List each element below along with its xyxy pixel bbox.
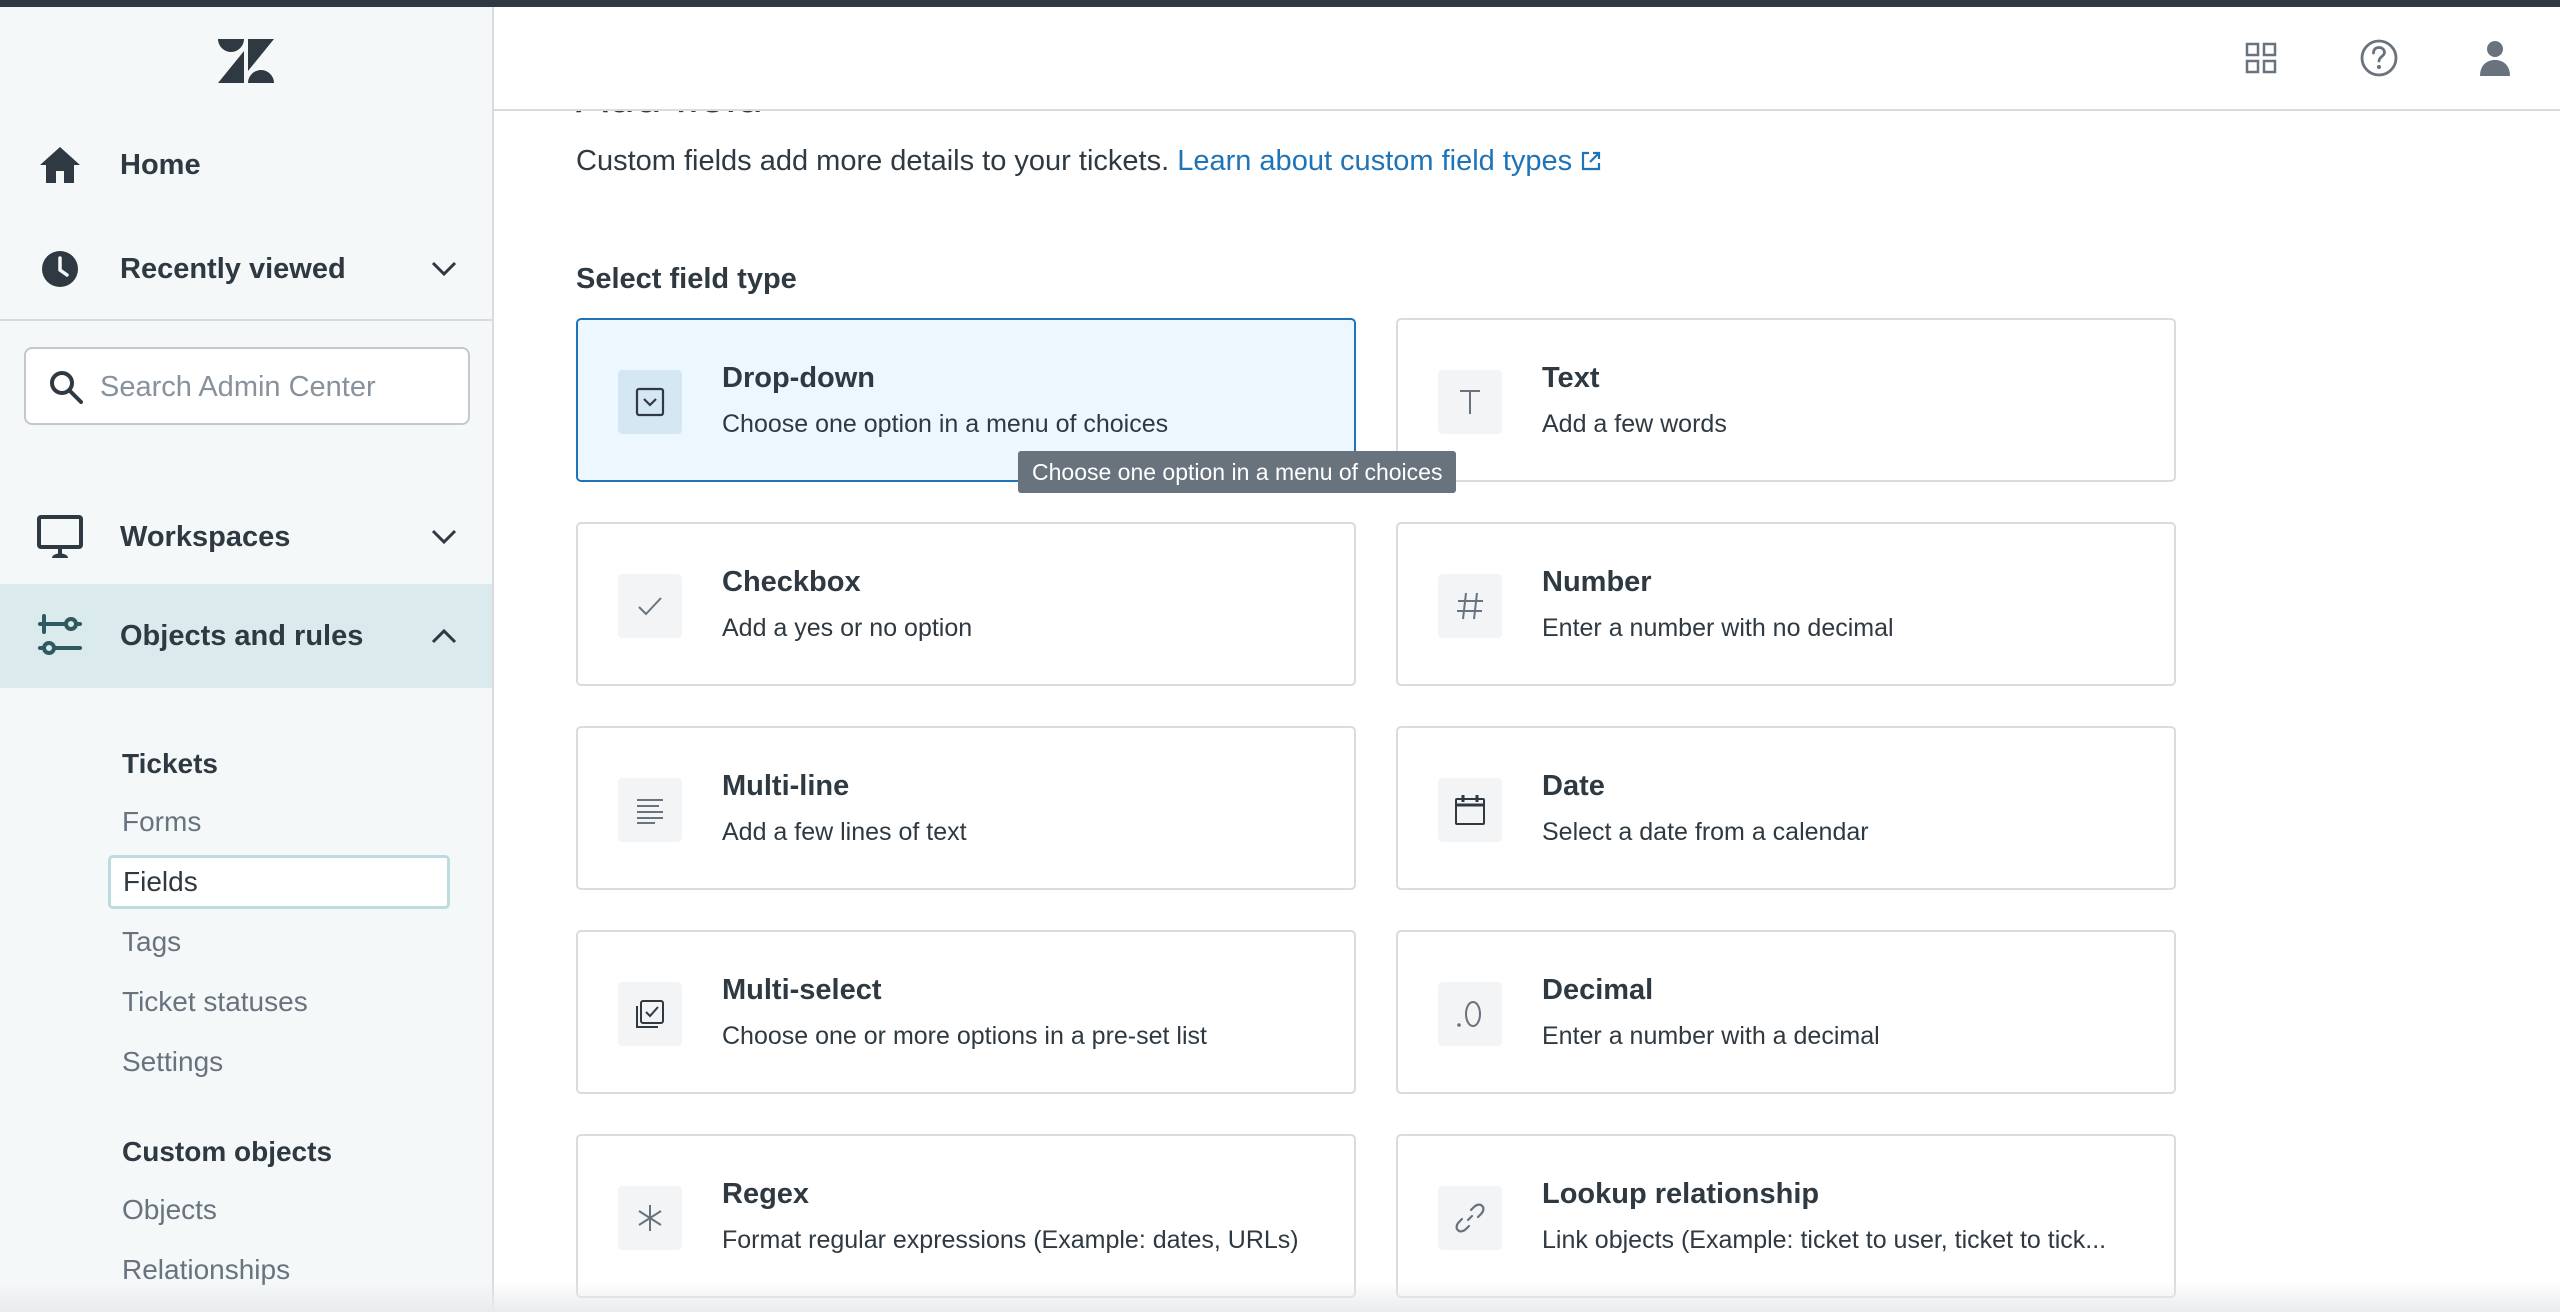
learn-about-field-types-link[interactable]: Learn about custom field types (1177, 145, 1602, 177)
learn-link-text: Learn about custom field types (1177, 145, 1573, 177)
page-description: Custom fields add more details to your t… (576, 145, 1602, 178)
card-title: Decimal (1542, 974, 1654, 1006)
subnav-item-forms[interactable]: Forms (122, 806, 201, 838)
search-input[interactable] (98, 361, 452, 413)
main-content: Add field Custom fields add more details… (494, 111, 2560, 1312)
clock-icon (36, 245, 84, 293)
subnav-item-ticket-statuses[interactable]: Ticket statuses (122, 986, 308, 1018)
card-title: Regex (722, 1178, 810, 1210)
card-title: Multi-select (722, 974, 882, 1006)
dropdown-icon (618, 370, 682, 434)
subnav-item-tags[interactable]: Tags (122, 926, 181, 958)
card-description: Add a few lines of text (722, 818, 967, 846)
page-title: Add field (576, 111, 763, 124)
user-profile-icon[interactable] (2472, 35, 2518, 81)
card-title: Date (1542, 770, 1605, 802)
subnav-item-objects[interactable]: Objects (122, 1194, 217, 1226)
help-icon[interactable] (2356, 35, 2402, 81)
home-icon (36, 141, 84, 189)
admin-sidebar: Home Recently viewed Workspaces (0, 7, 494, 1312)
nav-home[interactable]: Home (0, 113, 492, 217)
calendar-icon (1438, 778, 1502, 842)
nav-home-label: Home (120, 148, 201, 181)
card-title: Lookup relationship (1542, 1178, 1820, 1210)
objects-rules-icon (36, 612, 84, 660)
subnav-heading-tickets: Tickets (122, 748, 218, 779)
field-type-lookup-relationship[interactable]: Lookup relationship Link objects (Exampl… (1396, 1134, 2176, 1298)
decimal-icon (1438, 982, 1502, 1046)
nav-objects-and-rules-label: Objects and rules (120, 619, 364, 652)
field-type-multi-line[interactable]: Multi-line Add a few lines of text (576, 726, 1356, 890)
card-description: Choose one or more options in a pre-set … (722, 1022, 1207, 1050)
card-description: Choose one option in a menu of choices (722, 410, 1169, 438)
multiselect-icon (618, 982, 682, 1046)
window-top-strip (0, 0, 2560, 7)
nav-objects-and-rules[interactable]: Objects and rules (0, 584, 492, 688)
text-icon (1438, 370, 1502, 434)
external-link-icon (1580, 147, 1602, 171)
chevron-down-icon[interactable] (428, 253, 460, 285)
field-type-date[interactable]: Date Select a date from a calendar (1396, 726, 2176, 890)
zendesk-logo[interactable] (218, 39, 274, 83)
apps-grid-icon[interactable] (2238, 35, 2284, 81)
checkmark-icon (618, 574, 682, 638)
field-type-multi-select[interactable]: Multi-select Choose one or more options … (576, 930, 1356, 1094)
field-type-regex[interactable]: Regex Format regular expressions (Exampl… (576, 1134, 1356, 1298)
chevron-up-icon[interactable] (428, 620, 460, 652)
card-title: Number (1542, 566, 1652, 598)
top-header (494, 7, 2560, 111)
card-title: Text (1542, 362, 1600, 394)
link-icon (1438, 1186, 1502, 1250)
subnav-item-settings[interactable]: Settings (122, 1046, 223, 1078)
card-description: Add a yes or no option (722, 614, 973, 642)
chevron-down-icon[interactable] (428, 521, 460, 553)
card-description: Enter a number with a decimal (1542, 1022, 1880, 1050)
subnav-heading-custom-objects: Custom objects (122, 1136, 333, 1167)
nav-workspaces[interactable]: Workspaces (0, 485, 492, 589)
card-title: Drop-down (722, 362, 876, 394)
card-title: Checkbox (722, 566, 861, 598)
card-title: Multi-line (722, 770, 850, 802)
sidebar-divider (0, 319, 492, 321)
card-description: Select a date from a calendar (1542, 818, 1869, 846)
nav-recently-viewed-label: Recently viewed (120, 252, 346, 285)
tooltip: Choose one option in a menu of choices (1018, 451, 1457, 493)
select-field-type-label: Select field type (576, 263, 797, 295)
hash-icon (1438, 574, 1502, 638)
card-description: Format regular expressions (Example: dat… (722, 1226, 1299, 1254)
subnav-item-fields[interactable]: Fields (108, 855, 450, 909)
search-icon (48, 369, 84, 405)
field-type-number[interactable]: Number Enter a number with no decimal (1396, 522, 2176, 686)
admin-search[interactable] (24, 347, 470, 425)
bottom-shadow (0, 1282, 2560, 1312)
lines-icon (618, 778, 682, 842)
field-type-decimal[interactable]: Decimal Enter a number with a decimal (1396, 930, 2176, 1094)
asterisk-icon (618, 1186, 682, 1250)
card-description: Add a few words (1542, 410, 1727, 438)
field-type-checkbox[interactable]: Checkbox Add a yes or no option (576, 522, 1356, 686)
card-description: Enter a number with no decimal (1542, 614, 1894, 642)
card-description: Link objects (Example: ticket to user, t… (1542, 1226, 2107, 1254)
nav-workspaces-label: Workspaces (120, 520, 291, 553)
field-type-text[interactable]: Text Add a few words (1396, 318, 2176, 482)
description-text: Custom fields add more details to your t… (576, 145, 1170, 177)
monitor-icon (36, 513, 84, 561)
nav-recently-viewed[interactable]: Recently viewed (0, 217, 492, 321)
